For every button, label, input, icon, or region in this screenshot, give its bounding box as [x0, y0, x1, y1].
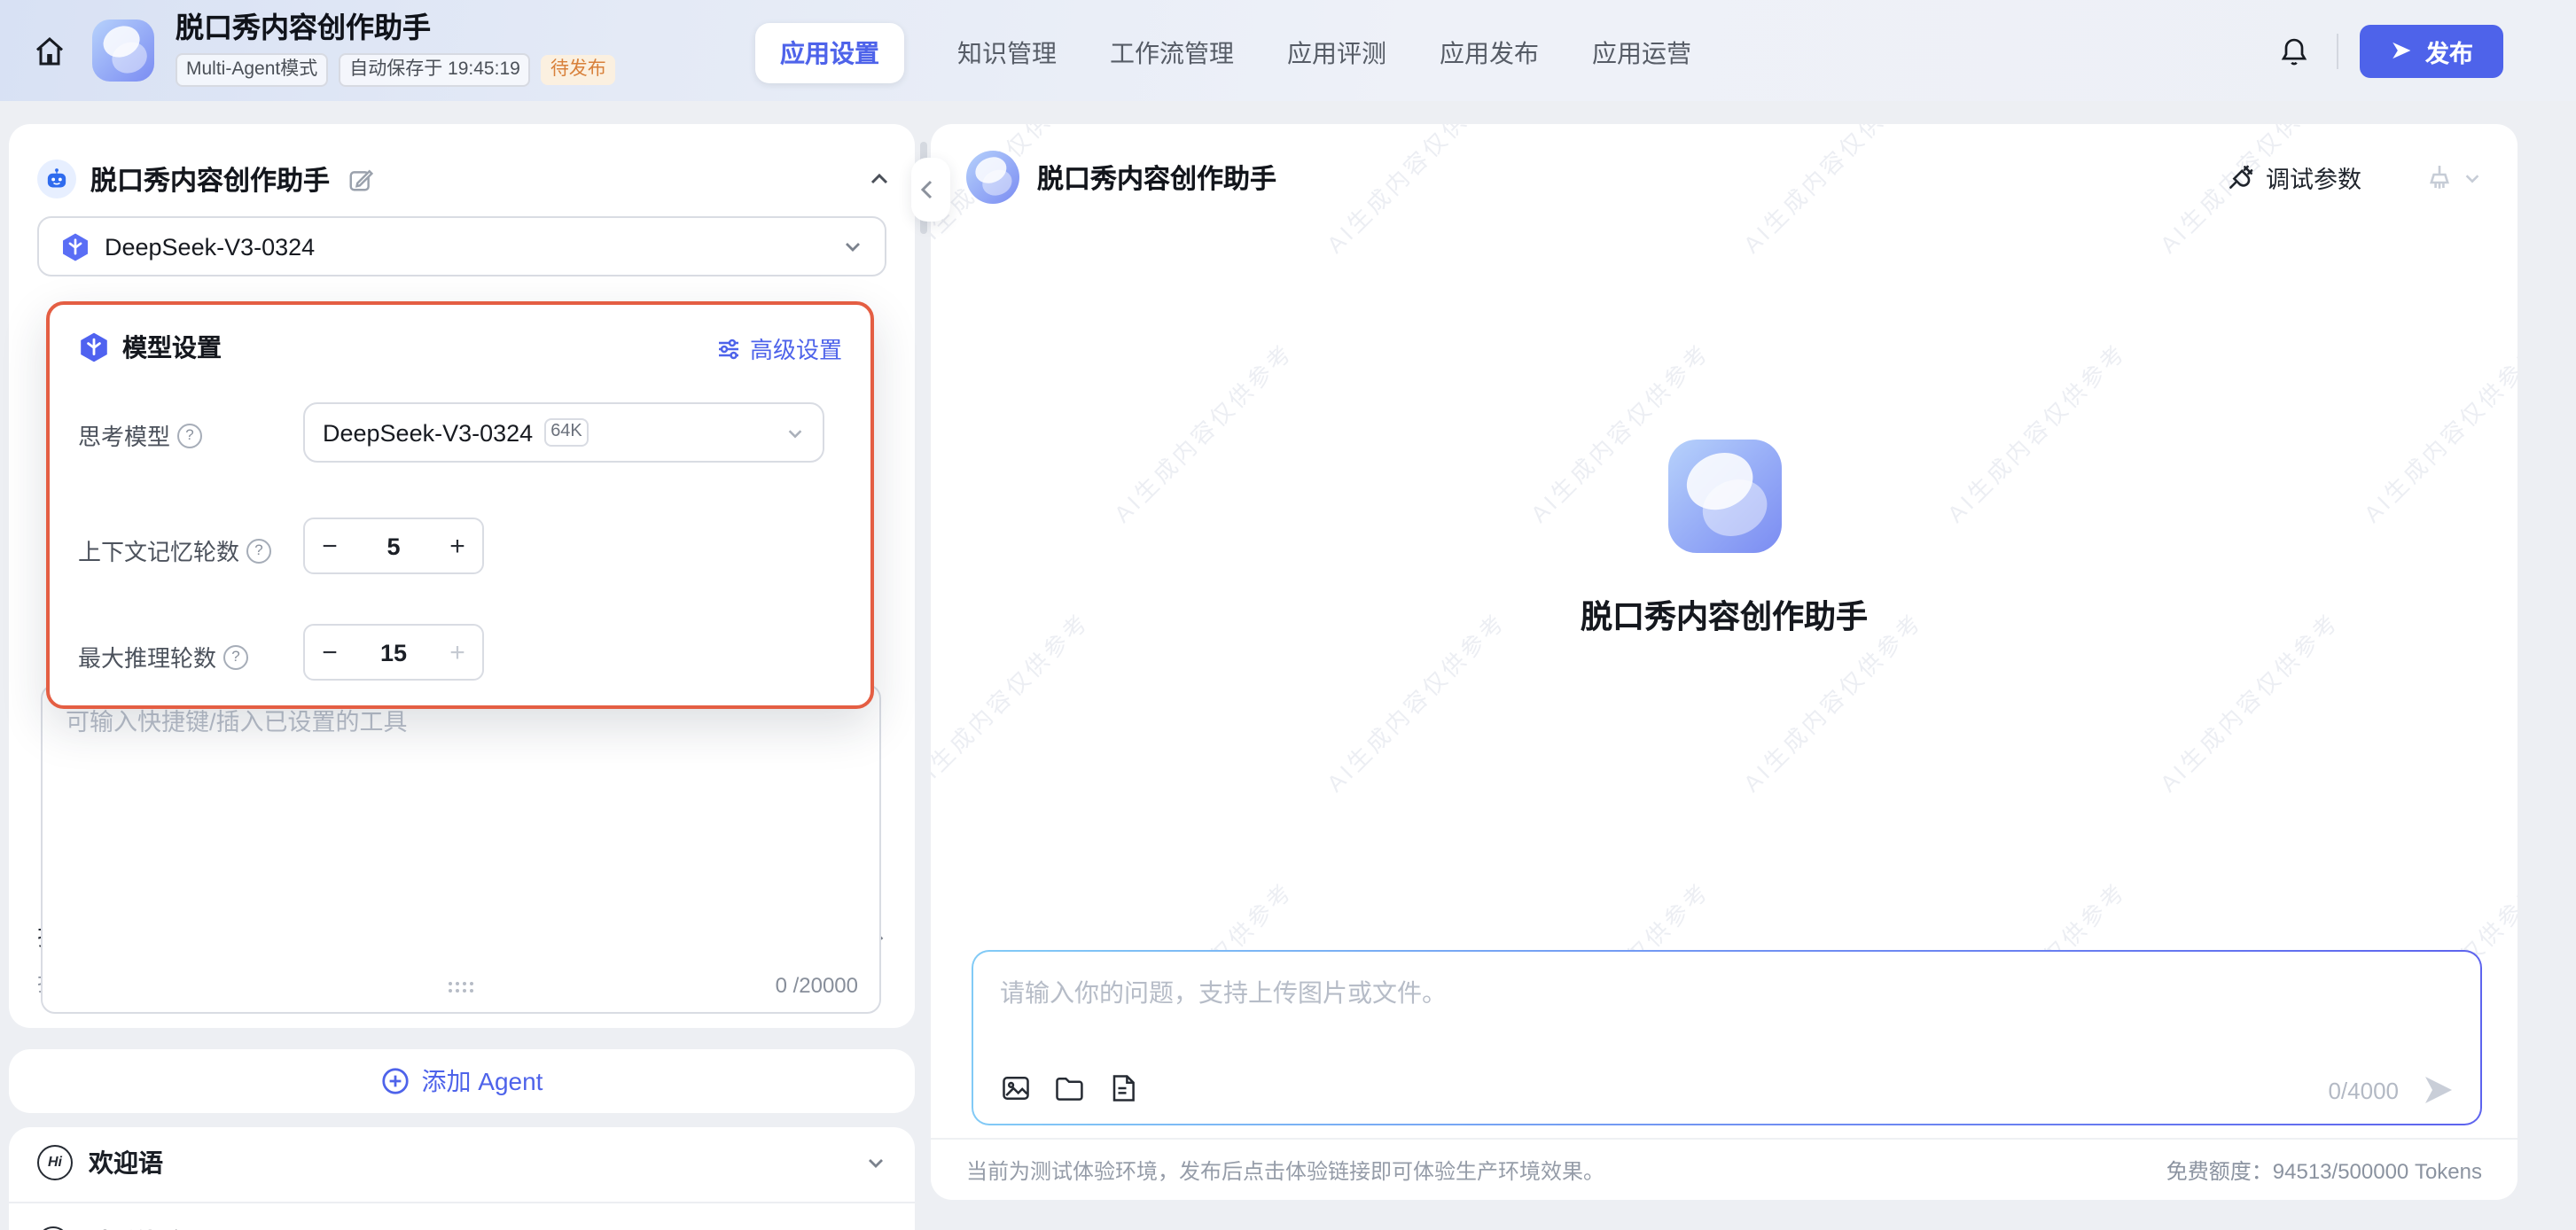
broom-icon — [2425, 163, 2454, 191]
think-model-value: DeepSeek-V3-0324 — [323, 419, 533, 446]
think-model-select[interactable]: DeepSeek-V3-0324 64K — [303, 402, 824, 463]
input-right-group: 0/4000 — [2328, 1072, 2455, 1108]
model-settings-header: 模型设置 — [78, 330, 222, 365]
tab-app-settings[interactable]: 应用设置 — [755, 23, 904, 83]
help-icon[interactable]: ? — [177, 423, 202, 448]
app-logo — [92, 19, 154, 82]
upload-folder-button[interactable] — [1053, 1072, 1085, 1104]
chevron-down-icon — [2463, 167, 2482, 187]
tab-operation[interactable]: 应用运营 — [1592, 23, 1691, 83]
max-infer-stepper: − + — [303, 624, 484, 681]
chevron-down-icon — [842, 236, 863, 257]
chat-experience-row[interactable]: 对话体验 — [9, 1216, 915, 1230]
decrement-button[interactable]: − — [305, 531, 355, 561]
divider — [9, 1202, 915, 1203]
help-icon[interactable]: ? — [223, 644, 248, 669]
preview-title: 脱口秀内容创作助手 — [1037, 159, 1276, 196]
send-icon — [2390, 39, 2413, 62]
decrement-button[interactable]: − — [305, 637, 355, 667]
agent-card: 脱口秀内容创作助手 DeepSeek-V3-0324 — [9, 124, 915, 1028]
chevron-down-icon[interactable] — [865, 1151, 886, 1172]
tab-evaluation[interactable]: 应用评测 — [1287, 23, 1386, 83]
notification-button[interactable] — [2273, 29, 2315, 72]
badge-row: Multi-Agent模式 自动保存于 19:45:19 待发布 — [176, 53, 615, 87]
mode-badge: Multi-Agent模式 — [176, 53, 328, 87]
environment-note: 当前为测试体验环境，发布后点击体验链接即可体验生产环境效果。 — [966, 1155, 2166, 1185]
input-char-counter: 0/4000 — [2328, 1077, 2399, 1103]
model-select-value: DeepSeek-V3-0324 — [105, 233, 315, 260]
collapse-panel-handle[interactable] — [911, 158, 950, 222]
send-message-button[interactable] — [2420, 1072, 2455, 1108]
plug-icon — [2227, 163, 2255, 191]
assistant-avatar — [966, 151, 1019, 204]
page-title: 脱口秀内容创作助手 — [176, 14, 615, 46]
model-settings-panel: 模型设置 高级设置 思考模型 ? DeepSeek-V3-0324 64K — [46, 301, 874, 709]
context-rounds-stepper: − + — [303, 518, 484, 574]
help-icon[interactable]: ? — [246, 538, 271, 563]
upload-file-button[interactable] — [1106, 1072, 1138, 1104]
robot-icon — [37, 160, 76, 199]
tab-publish[interactable]: 应用发布 — [1440, 23, 1539, 83]
agent-header: 脱口秀内容创作助手 — [37, 160, 890, 199]
autosave-badge: 自动保存于 19:45:19 — [339, 53, 531, 87]
clear-history-button[interactable] — [2425, 163, 2482, 191]
max-infer-value[interactable] — [355, 639, 433, 666]
debug-params-button[interactable]: 调试参数 — [2227, 160, 2361, 195]
prompt-textarea[interactable] — [43, 686, 879, 915]
model-logo-icon — [78, 331, 110, 363]
preview-footer: 当前为测试体验环境，发布后点击体验链接即可体验生产环境效果。 免费额度：9451… — [931, 1138, 2517, 1200]
think-model-label: 思考模型 ? — [78, 418, 202, 452]
collapse-agent-chevron-icon[interactable] — [869, 168, 890, 190]
top-nav: 应用设置 知识管理 工作流管理 应用评测 应用发布 应用运营 — [755, 23, 1691, 83]
max-infer-label: 最大推理轮数 ? — [78, 640, 248, 673]
agent-name: 脱口秀内容创作助手 — [90, 160, 330, 198]
edit-icon[interactable] — [347, 166, 374, 192]
context-rounds-value[interactable] — [355, 533, 433, 559]
home-icon — [32, 33, 67, 68]
chat-input[interactable] — [973, 952, 2480, 1058]
plus-circle-icon — [381, 1067, 410, 1095]
add-agent-button[interactable]: 添加 Agent — [9, 1049, 915, 1113]
top-header: 脱口秀内容创作助手 Multi-Agent模式 自动保存于 19:45:19 待… — [0, 0, 2576, 101]
tab-workflow[interactable]: 工作流管理 — [1110, 23, 1234, 83]
context-size-tag: 64K — [543, 418, 589, 447]
preview-header: 脱口秀内容创作助手 调试参数 — [966, 149, 2482, 206]
model-settings-title: 模型设置 — [122, 330, 222, 365]
upload-toolbar — [1000, 1072, 1138, 1104]
upload-image-button[interactable] — [1000, 1072, 1032, 1104]
empty-state: 脱口秀内容创作助手 — [931, 440, 2517, 638]
prompt-char-counter: 0 /20000 — [776, 973, 858, 998]
quota-text: 免费额度：94513/500000 Tokens — [2166, 1155, 2482, 1185]
chevron-down-icon — [785, 423, 805, 442]
context-rounds-label: 上下文记忆轮数 ? — [78, 533, 271, 567]
chat-input-box: 0/4000 — [972, 950, 2482, 1125]
advanced-settings-link[interactable]: 高级设置 — [716, 331, 842, 365]
chat-experience-icon — [37, 1226, 69, 1230]
app-root: 脱口秀内容创作助手 Multi-Agent模式 自动保存于 19:45:19 待… — [0, 0, 2576, 1230]
accordion-card: Hi 欢迎语 对话体验 — [9, 1127, 915, 1230]
sliders-icon — [716, 336, 741, 361]
increment-button[interactable]: + — [433, 637, 482, 667]
empty-state-title: 脱口秀内容创作助手 — [931, 592, 2517, 638]
increment-button[interactable]: + — [433, 531, 482, 561]
model-logo-icon — [60, 231, 90, 261]
publish-button[interactable]: 发布 — [2360, 24, 2503, 77]
chat-experience-label: 对话体验 — [85, 1225, 184, 1230]
welcome-message-row[interactable]: Hi 欢迎语 — [9, 1127, 915, 1196]
assistant-big-icon — [1667, 440, 1781, 553]
welcome-label: 欢迎语 — [89, 1144, 163, 1179]
bell-icon — [2278, 35, 2310, 66]
agent-model-select[interactable]: DeepSeek-V3-0324 — [37, 216, 886, 276]
home-button[interactable] — [28, 29, 71, 72]
drag-handle[interactable] — [447, 980, 475, 994]
preview-panel: AI生成内容仅供参考AI生成内容仅供参考AI生成内容仅供参考AI生成内容仅供参考… — [931, 124, 2517, 1200]
hi-icon: Hi — [37, 1144, 73, 1179]
tab-knowledge[interactable]: 知识管理 — [957, 23, 1057, 83]
prompt-editor: 0 /20000 — [41, 684, 881, 1014]
status-badge: 待发布 — [542, 55, 615, 85]
header-divider — [2337, 33, 2338, 68]
